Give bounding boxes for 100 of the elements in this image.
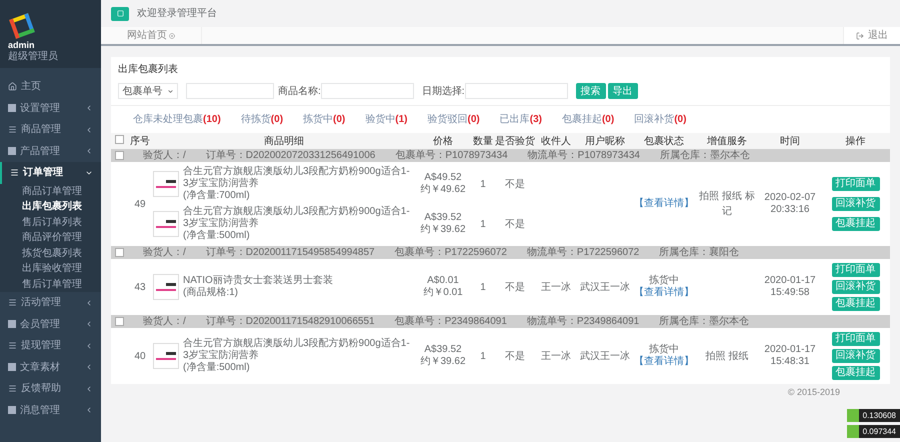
user-name: admin bbox=[8, 40, 36, 50]
leaf-icon bbox=[846, 425, 859, 438]
sidebar-item[interactable]: 消息管理 bbox=[0, 400, 101, 421]
sidebar-item[interactable]: 产品管理 bbox=[0, 140, 101, 162]
warehouse-text: 所属仓库：墨尔本仓 bbox=[660, 149, 750, 162]
checkbox[interactable] bbox=[114, 134, 124, 144]
table-cell: 武汉王一冰 bbox=[577, 328, 633, 384]
chevron-left-icon bbox=[85, 320, 93, 328]
submenu-item[interactable]: 商品订单管理 bbox=[0, 184, 101, 199]
logistics-number: 物流单号：P2349864091 bbox=[526, 315, 640, 328]
submenu-item[interactable]: 售后订单列表 bbox=[0, 214, 101, 230]
sidebar-item[interactable]: 活动管理 bbox=[0, 292, 101, 314]
filter-button[interactable]: 搜索 bbox=[576, 83, 606, 99]
action-button[interactable]: 包裹挂起 bbox=[832, 366, 880, 380]
status-tab[interactable]: 包裹挂起(0) bbox=[562, 112, 614, 127]
column-header: 收件人 bbox=[535, 133, 577, 149]
inspected-text: 不是 bbox=[504, 218, 526, 232]
price-cny: 约￥0.01 bbox=[423, 287, 463, 299]
submenu-item[interactable]: 售后订单管理 bbox=[0, 276, 101, 292]
sidebar-item[interactable]: 商品管理 bbox=[0, 119, 101, 140]
action-button[interactable]: 打印面单 bbox=[832, 332, 880, 346]
table-cell: 2020-01-17 15:49:58 bbox=[759, 259, 821, 315]
action-button[interactable]: 包裹挂起 bbox=[832, 297, 880, 311]
order-number: 订单号：D2020020720331256491006 bbox=[206, 149, 376, 162]
submenu-item[interactable]: 出库包裹列表 bbox=[0, 199, 101, 214]
package-number: 包裹单号：P1078973434 bbox=[395, 149, 508, 162]
home-tab[interactable]: 网站首页 bbox=[101, 27, 202, 44]
checkbox[interactable] bbox=[114, 317, 124, 326]
logout-icon bbox=[856, 32, 864, 40]
search-input-field[interactable] bbox=[186, 83, 274, 99]
product-title: 合生元官方旗舰店澳版幼儿3段配方奶粉900g适合1-3岁宝宝防润营养 bbox=[183, 166, 411, 190]
menu-icon bbox=[10, 168, 19, 178]
checkbox[interactable] bbox=[114, 248, 124, 257]
order-number: 订单号：D2020011715495854994857 bbox=[206, 246, 375, 259]
column-header: 包裹状态 bbox=[633, 133, 695, 149]
logistics-number: 物流单号：P1722596072 bbox=[526, 246, 640, 259]
table-cell: 拍照 报纸 bbox=[695, 328, 759, 384]
menu-icon bbox=[8, 125, 17, 134]
table-cell: 2020-02-07 20:33:16 bbox=[759, 162, 821, 246]
square-icon bbox=[8, 363, 16, 372]
logo-icon bbox=[8, 12, 36, 40]
speed-badge: 0.097344 bbox=[846, 425, 900, 438]
status-tab[interactable]: 已出库(3) bbox=[500, 112, 542, 127]
submenu-item[interactable]: 出库验收管理 bbox=[0, 261, 101, 276]
action-button[interactable]: 回滚补货 bbox=[832, 280, 880, 294]
price-aud: A$39.52 bbox=[424, 344, 462, 356]
date-field[interactable] bbox=[464, 83, 568, 99]
column-header: 操作 bbox=[821, 133, 890, 149]
table-cell: 武汉王一冰 bbox=[577, 259, 633, 315]
submenu-item[interactable]: 拣货包裹列表 bbox=[0, 246, 101, 261]
chevron-left-icon bbox=[85, 298, 93, 307]
action-button[interactable]: 打印面单 bbox=[832, 177, 880, 191]
sidebar-item[interactable]: 文章素材 bbox=[0, 356, 101, 378]
details-link[interactable]: 【查看详情】 bbox=[634, 198, 694, 210]
details-link[interactable]: 【查看详情】 bbox=[634, 356, 694, 368]
action-button[interactable]: 回滚补货 bbox=[832, 197, 880, 211]
sidebar-item[interactable]: 会员管理 bbox=[0, 314, 101, 335]
sidebar-item[interactable]: 主页 bbox=[0, 76, 101, 98]
sidebar-item[interactable]: 反馈帮助 bbox=[0, 378, 101, 400]
action-button[interactable]: 打印面单 bbox=[832, 263, 880, 277]
checkbox[interactable] bbox=[114, 151, 124, 160]
inspected-text: 不是 bbox=[504, 178, 526, 192]
card-title: 出库包裹列表 bbox=[118, 62, 178, 77]
product-spec: (净含量:500ml) bbox=[183, 230, 251, 242]
square-icon bbox=[8, 147, 16, 156]
sidebar-item[interactable]: 提现管理 bbox=[0, 335, 101, 356]
column-header: 增值服务 bbox=[695, 133, 759, 149]
logout-button[interactable]: 退出 bbox=[843, 27, 900, 44]
product-name-label: 商品名称: bbox=[278, 84, 321, 98]
table-cell: 王一冰 bbox=[535, 259, 577, 315]
details-link[interactable]: 【查看详情】 bbox=[634, 287, 694, 299]
quantity-text: 1 bbox=[479, 350, 487, 364]
filter-button[interactable]: 导出 bbox=[608, 83, 638, 99]
submenu-item[interactable]: 商品评价管理 bbox=[0, 230, 101, 246]
status-tab[interactable]: 待拣货(0) bbox=[240, 112, 284, 127]
column-header: 序号 bbox=[127, 133, 153, 149]
action-button[interactable]: 回滚补货 bbox=[832, 349, 880, 363]
product-name-field[interactable] bbox=[320, 83, 414, 99]
chevron-left-icon bbox=[85, 363, 93, 372]
home-icon bbox=[8, 82, 17, 92]
action-button[interactable]: 包裹挂起 bbox=[832, 217, 880, 231]
product-image-placeholder bbox=[153, 343, 179, 369]
menu-toggle-button[interactable] bbox=[111, 6, 129, 20]
user-role: 超级管理员 bbox=[8, 51, 59, 63]
status-tab[interactable]: 拣货中(0) bbox=[303, 112, 346, 127]
status-tab[interactable]: 回滚补货(0) bbox=[634, 112, 686, 127]
price-aud: A$0.01 bbox=[427, 275, 459, 287]
status-text: 拣货中 bbox=[649, 275, 679, 286]
status-tab[interactable]: 仓库未处理包裹(10) bbox=[133, 112, 221, 127]
sidebar-item[interactable]: 设置管理 bbox=[0, 98, 101, 119]
sidebar-item[interactable]: 订单管理 bbox=[0, 162, 101, 184]
status-tab[interactable]: 验货中(1) bbox=[365, 112, 408, 127]
product-image-placeholder bbox=[153, 274, 179, 300]
search-type-select[interactable]: 包裹单号 bbox=[118, 83, 178, 99]
chevron-left-icon bbox=[85, 406, 93, 414]
close-icon bbox=[169, 32, 175, 38]
table-cell: 49 bbox=[127, 162, 153, 246]
price-cny: 约￥49.62 bbox=[420, 184, 466, 196]
status-tab[interactable]: 验货驳回(0) bbox=[428, 112, 480, 127]
warehouse-text: 所属仓库：襄阳仓 bbox=[659, 246, 740, 259]
